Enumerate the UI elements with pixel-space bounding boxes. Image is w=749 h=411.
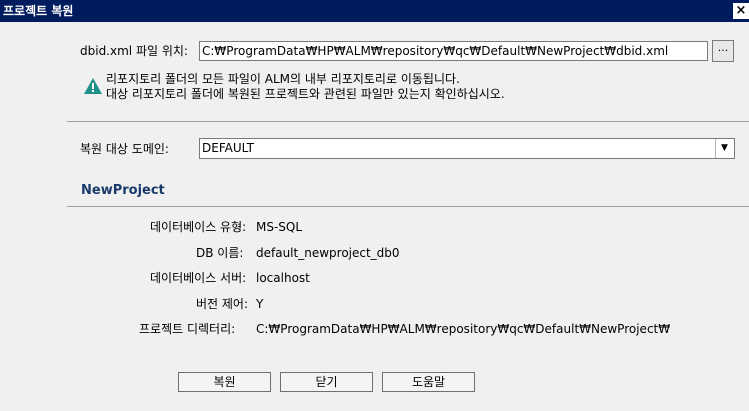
notice-line-2: 대상 리포지토리 폴더에 복원된 프로젝트와 관련된 파일만 있는지 확인하십시… <box>106 87 505 101</box>
db-server-label: 데이터베이스 서버: <box>150 271 247 285</box>
target-domain-select[interactable]: DEFAULT <box>199 138 735 159</box>
title-bar: 프로젝트 복원 × <box>0 0 749 22</box>
browse-button[interactable]: ... <box>712 40 734 62</box>
target-domain-label: 복원 대상 도메인: <box>80 142 169 156</box>
db-type-value: MS-SQL <box>256 220 303 234</box>
close-icon[interactable]: × <box>733 3 749 19</box>
window-title: 프로젝트 복원 <box>3 4 74 18</box>
version-control-label: 버전 제어: <box>196 297 249 311</box>
separator-top <box>67 121 749 122</box>
db-type-label: 데이터베이스 유형: <box>150 220 247 234</box>
project-directory-label: 프로젝트 디렉터리: <box>139 322 236 336</box>
db-name-value: default_newproject_db0 <box>256 246 400 260</box>
warning-icon <box>84 78 102 94</box>
db-server-value: localhost <box>256 271 310 285</box>
dbid-location-input[interactable]: C:₩ProgramData₩HP₩ALM₩repository₩qc₩Defa… <box>199 41 708 61</box>
project-directory-value: C:₩ProgramData₩HP₩ALM₩repository₩qc₩Defa… <box>256 322 671 336</box>
restore-button[interactable]: 복원 <box>178 372 271 392</box>
restore-project-dialog: 프로젝트 복원 × dbid.xml 파일 위치: C:₩ProgramData… <box>0 0 749 411</box>
db-name-label: DB 이름: <box>196 246 244 260</box>
chevron-down-icon[interactable]: ▼ <box>715 139 733 158</box>
version-control-value: Y <box>256 297 264 311</box>
help-button[interactable]: 도움말 <box>382 372 475 392</box>
notice-line-1: 리포지토리 폴더의 모든 파일이 ALM의 내부 리포지토리로 이동됩니다. <box>106 72 460 86</box>
close-button[interactable]: 닫기 <box>280 372 373 392</box>
separator-project <box>67 206 749 207</box>
target-domain-value: DEFAULT <box>202 141 254 155</box>
dbid-location-label: dbid.xml 파일 위치: <box>80 44 188 58</box>
project-name: NewProject <box>81 183 165 198</box>
